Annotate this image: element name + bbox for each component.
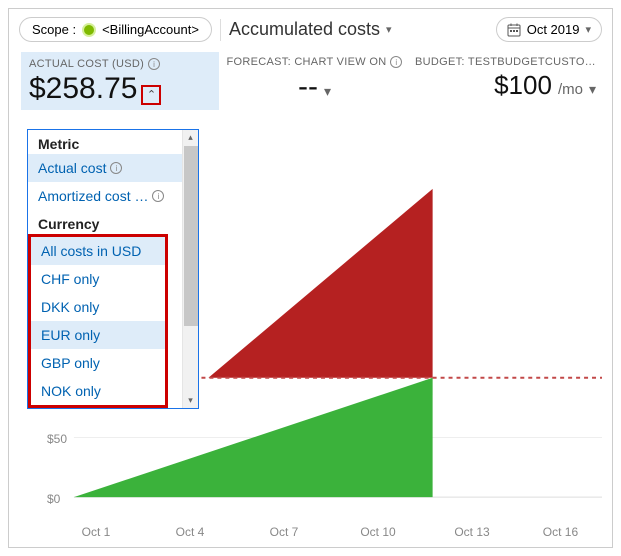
actual-cost-label: ACTUAL COST (USD) i [29,58,211,70]
x-tick: Oct 1 [49,525,143,539]
collapse-metric-button[interactable]: ⌃ [141,85,161,105]
date-label: Oct 2019 [527,22,580,37]
scrollbar[interactable]: ▴ ▾ [182,130,198,408]
scroll-up-icon[interactable]: ▴ [186,130,195,145]
scroll-down-icon[interactable]: ▾ [186,393,195,408]
scope-value: <BillingAccount> [102,22,199,37]
calendar-icon [507,23,521,37]
actual-cost-value: $258.75 [29,72,137,106]
scroll-thumb[interactable] [184,146,198,326]
scope-icon [82,23,96,37]
currency-option[interactable]: GBP only [31,349,165,377]
currency-list-highlight: All costs in USDCHF onlyDKK onlyEUR only… [28,234,168,408]
x-tick: Oct 7 [237,525,331,539]
currency-option[interactable]: CHF only [31,265,165,293]
chevron-down-icon: ▾ [589,81,596,98]
date-range-selector[interactable]: Oct 2019 ▾ [496,17,602,42]
x-axis-labels: Oct 1 Oct 4 Oct 7 Oct 10 Oct 13 Oct 16 [49,525,602,539]
budget-card[interactable]: BUDGET: TESTBUDGETCUSTO… $100 /mo ▾ [414,56,596,110]
x-tick: Oct 13 [425,525,519,539]
info-icon[interactable]: i [390,56,402,68]
y-tick-0: $0 [47,492,60,506]
info-icon[interactable]: i [148,58,160,70]
x-tick: Oct 16 [519,525,602,539]
scope-label: Scope : [32,22,76,37]
currency-option[interactable]: DKK only [31,293,165,321]
x-tick: Oct 10 [331,525,425,539]
info-icon[interactable]: i [152,190,164,202]
metric-currency-dropdown: ▴ ▾ Metric Actual costiAmortized cost …i… [27,129,199,409]
forecast-label: FORECAST: CHART VIEW ON i [223,56,405,68]
budget-label: BUDGET: TESTBUDGETCUSTO… [414,56,596,68]
chevron-down-icon: ▾ [324,83,331,100]
area-over-budget [208,189,432,378]
chevron-down-icon: ▾ [585,23,591,36]
view-label: Accumulated costs [229,19,380,40]
x-tick: Oct 4 [143,525,237,539]
budget-value: $100 [494,70,552,101]
metric-option[interactable]: Actual costi [28,154,182,182]
currency-header: Currency [28,210,182,234]
metric-header: Metric [28,130,182,154]
divider [220,19,221,41]
budget-unit: /mo [558,81,583,98]
info-icon[interactable]: i [110,162,122,174]
scope-selector[interactable]: Scope : <BillingAccount> [19,17,212,42]
actual-cost-card[interactable]: ACTUAL COST (USD) i $258.75 ⌃ [21,52,219,110]
y-tick-50: $50 [47,432,67,446]
currency-option[interactable]: All costs in USD [31,237,165,265]
forecast-value: -- [298,70,318,104]
view-selector[interactable]: Accumulated costs ▾ [229,19,488,40]
currency-option[interactable]: EUR only [31,321,165,349]
forecast-card[interactable]: FORECAST: CHART VIEW ON i -- ▾ [223,56,405,110]
metric-option[interactable]: Amortized cost …i [28,182,182,210]
currency-option[interactable]: NOK only [31,377,165,405]
chevron-down-icon: ▾ [386,23,392,36]
